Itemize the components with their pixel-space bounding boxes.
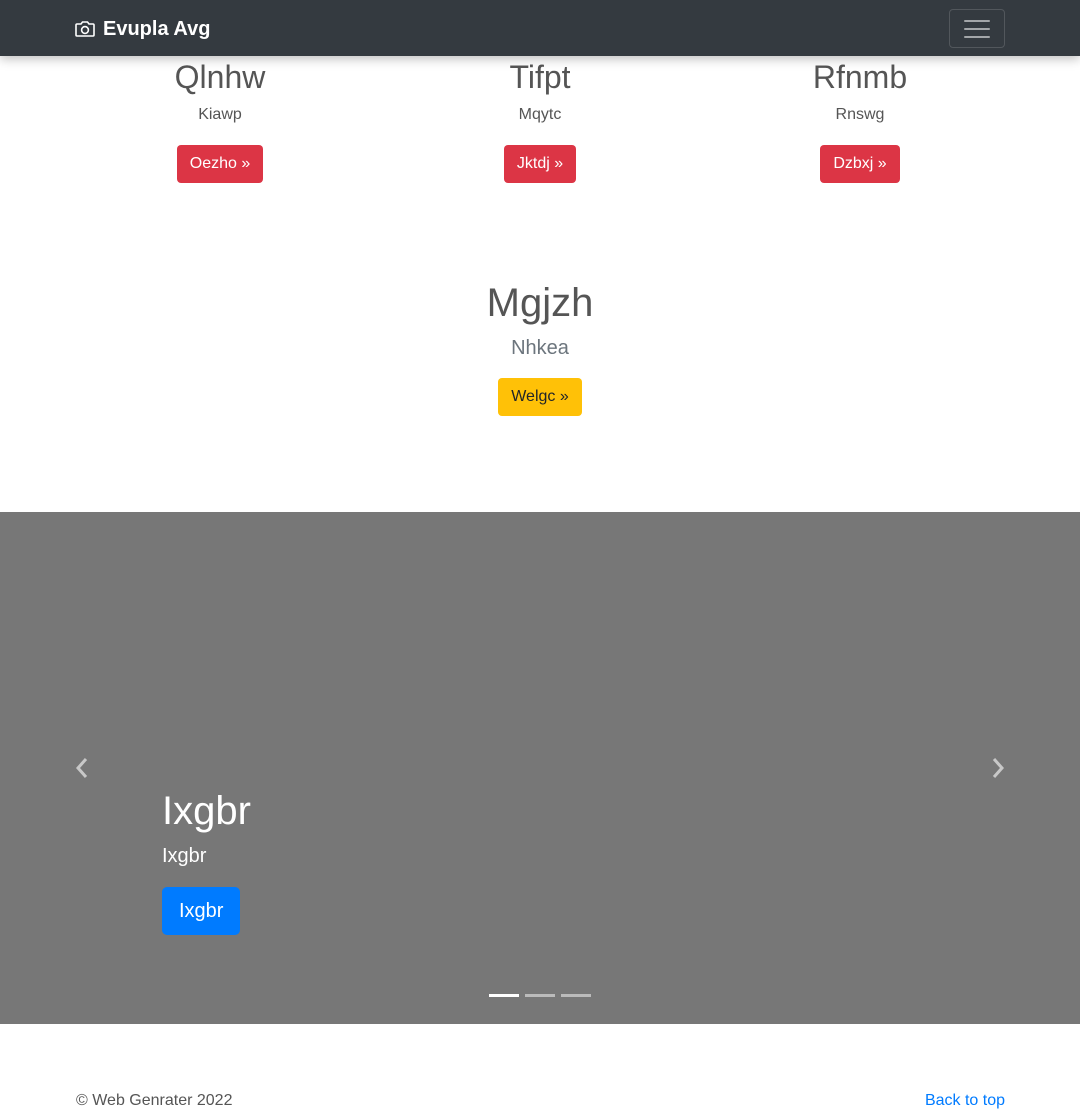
column-button[interactable]: Oezho » bbox=[176, 145, 264, 183]
chevron-left-icon bbox=[75, 758, 88, 778]
navbar-brand[interactable]: Evupla Avg bbox=[75, 16, 210, 42]
navbar-toggler-button[interactable] bbox=[949, 9, 1005, 48]
carousel-indicator-1[interactable] bbox=[489, 994, 519, 997]
column-button[interactable]: Dzbxj » bbox=[820, 145, 900, 183]
column-text: Mqytc bbox=[518, 106, 562, 123]
feature-column-1: Qlnhw Kiawp Oezho » bbox=[60, 58, 380, 183]
carousel: Ixgbr Ixgbr Ixgbr bbox=[0, 512, 1080, 1024]
footer-copyright: © Web Genrater 2022 bbox=[76, 1092, 233, 1109]
column-text: Kiawp bbox=[198, 106, 242, 123]
navbar: Evupla Avg bbox=[0, 0, 1080, 56]
caption-button[interactable]: Ixgbr bbox=[162, 887, 241, 935]
column-button[interactable]: Jktdj » bbox=[503, 145, 577, 183]
feature-column-2: Tifpt Mqytc Jktdj » bbox=[380, 58, 700, 183]
carousel-indicators bbox=[489, 994, 591, 997]
column-heading: Qlnhw bbox=[174, 59, 266, 95]
feature-column-3: Rfnmb Rnswg Dzbxj » bbox=[700, 58, 1020, 183]
carousel-indicator-2[interactable] bbox=[525, 994, 555, 997]
hamburger-icon-line bbox=[964, 35, 990, 38]
feature-lead: Nhkea bbox=[511, 337, 569, 359]
caption-text: Ixgbr bbox=[162, 845, 207, 867]
chevron-right-icon bbox=[992, 758, 1005, 778]
camera-icon bbox=[75, 20, 95, 38]
column-heading: Tifpt bbox=[509, 59, 571, 95]
column-text: Rnswg bbox=[835, 106, 885, 123]
carousel-next-button[interactable] bbox=[986, 755, 1010, 781]
hamburger-icon-line bbox=[964, 19, 990, 22]
feature-button[interactable]: Welgc » bbox=[498, 378, 582, 416]
caption-heading: Ixgbr bbox=[162, 789, 251, 833]
carousel-caption: Ixgbr Ixgbr Ixgbr bbox=[162, 788, 251, 935]
hamburger-icon-line bbox=[964, 27, 990, 30]
brand-label: Evupla Avg bbox=[103, 17, 211, 40]
back-to-top-link[interactable]: Back to top bbox=[925, 1091, 1005, 1111]
feature-heading: Mgjzh bbox=[486, 281, 594, 325]
center-feature: Mgjzh Nhkea Welgc » bbox=[0, 280, 1080, 416]
carousel-indicator-3[interactable] bbox=[561, 994, 591, 997]
column-heading: Rfnmb bbox=[812, 59, 908, 95]
carousel-prev-button[interactable] bbox=[70, 755, 94, 781]
